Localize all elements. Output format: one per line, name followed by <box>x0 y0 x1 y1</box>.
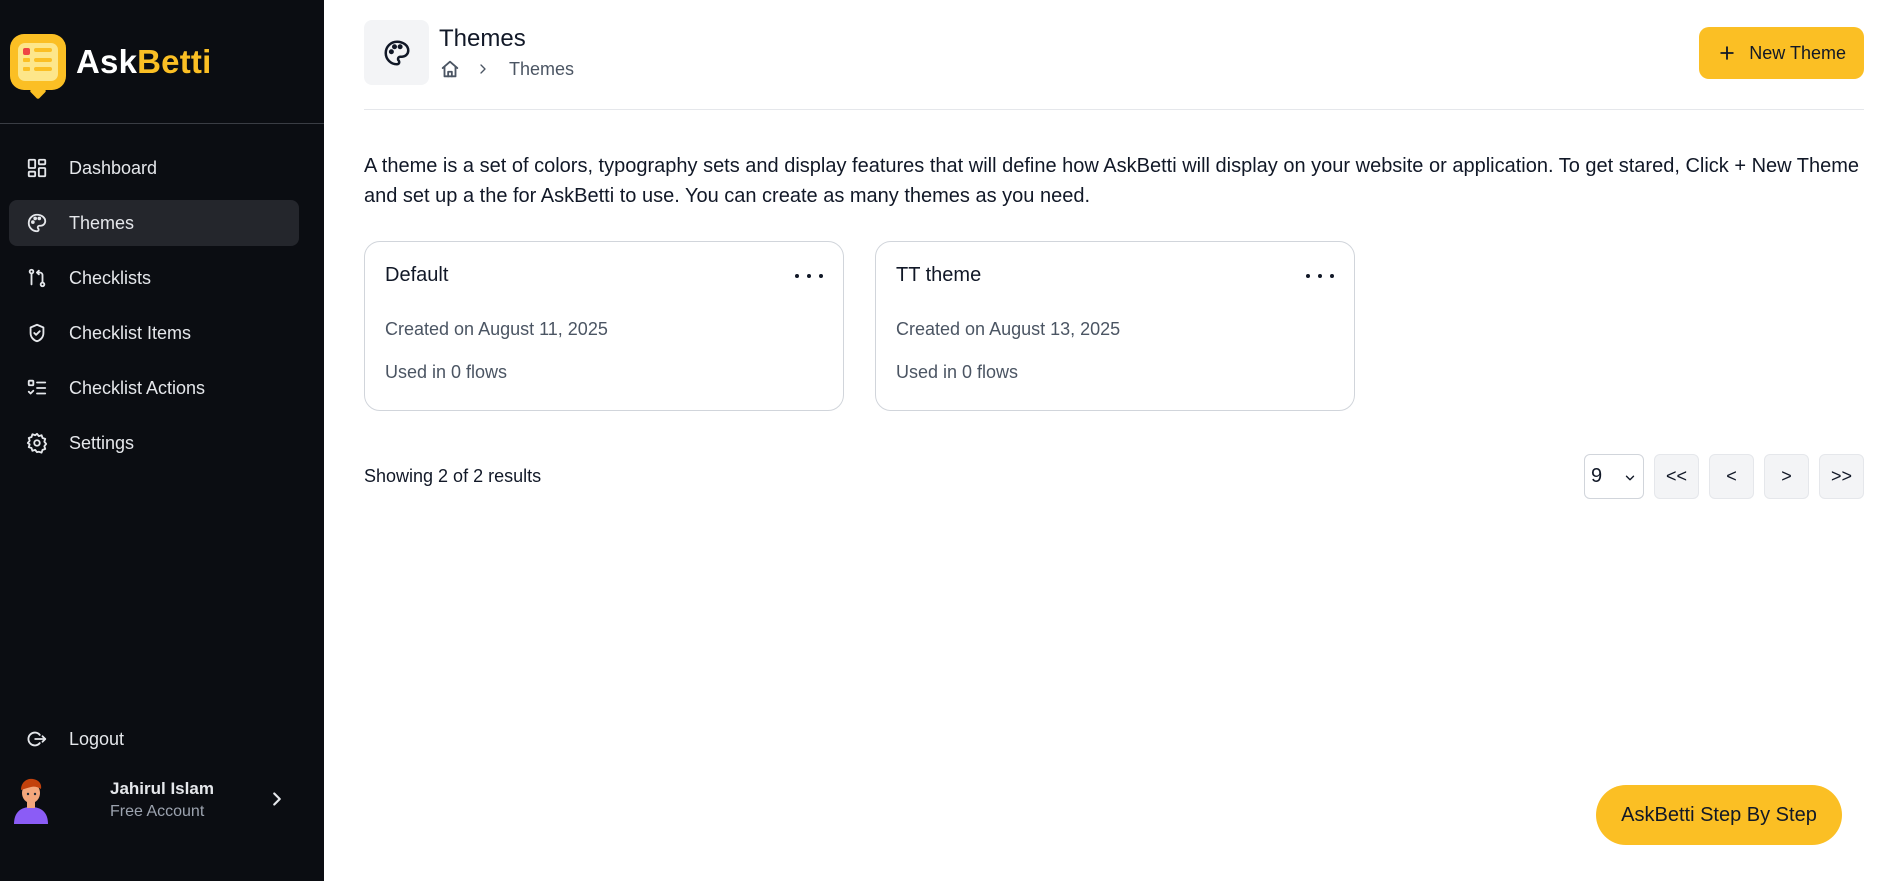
theme-created: Created on August 11, 2025 <box>385 319 608 339</box>
palette-icon <box>25 211 49 235</box>
chevron-down-icon <box>1625 475 1635 481</box>
theme-usage: Used in 0 flows <box>385 362 508 382</box>
breadcrumb: Themes <box>439 58 574 80</box>
sidebar-item-label: Checklists <box>69 267 152 288</box>
dashboard-icon <box>25 156 49 180</box>
sidebar-item-settings[interactable]: Settings <box>9 420 299 466</box>
theme-card[interactable]: TT theme Created on August 13, 2025 Used… <box>875 241 1355 411</box>
pagination: 9 << < > >> <box>1584 454 1864 499</box>
sidebar-item-label: Settings <box>69 432 135 453</box>
shield-check-icon <box>25 321 49 345</box>
user-name: Jahirul Islam <box>110 779 214 798</box>
brand[interactable]: AskBetti <box>0 0 324 124</box>
git-compare-icon <box>25 266 49 290</box>
step-by-step-button[interactable]: AskBetti Step By Step <box>1596 785 1842 845</box>
new-theme-button[interactable]: New Theme <box>1699 27 1864 79</box>
breadcrumb-current: Themes <box>509 58 575 79</box>
results-count: Showing 2 of 2 results <box>364 466 542 486</box>
theme-name: TT theme <box>896 264 982 286</box>
per-page-value: 9 <box>1591 465 1603 487</box>
user-meta: Jahirul Islam Free Account <box>110 779 214 821</box>
chevron-right-icon <box>266 788 288 810</box>
main-content: Themes Themes New Theme A theme is a set… <box>364 0 1864 881</box>
checklist-chat-logo-icon <box>10 33 66 99</box>
sidebar-item-checklists[interactable]: Checklists <box>9 255 299 301</box>
intro-text: A theme is a set of colors, typography s… <box>364 155 1860 207</box>
theme-cards: Default Created on August 11, 2025 Used … <box>364 241 1355 411</box>
avatar <box>10 776 52 824</box>
page-title: Themes <box>439 25 526 52</box>
plus-icon <box>1720 46 1735 60</box>
theme-usage: Used in 0 flows <box>896 362 1019 382</box>
theme-name: Default <box>385 264 449 286</box>
user-plan: Free Account <box>110 803 205 820</box>
more-options-icon[interactable] <box>795 266 823 286</box>
sidebar-item-checklist-items[interactable]: Checklist Items <box>9 310 299 356</box>
logout-label: Logout <box>69 728 125 749</box>
theme-created: Created on August 13, 2025 <box>896 319 1121 339</box>
pagination-row: Showing 2 of 2 results 9 << < > >> <box>364 454 1864 500</box>
palette-icon <box>364 20 429 85</box>
sidebar-item-label: Themes <box>69 212 135 233</box>
more-options-icon[interactable] <box>1306 266 1334 286</box>
last-page-button[interactable]: >> <box>1819 454 1864 499</box>
user-profile[interactable]: Jahirul Islam Free Account <box>10 772 300 828</box>
sidebar-nav: Dashboard Themes Checklists Checklist It… <box>9 145 299 475</box>
list-checks-icon <box>25 376 49 400</box>
brand-name-part2: Betti <box>137 42 212 80</box>
chevron-right-icon <box>475 61 491 77</box>
per-page-select[interactable]: 9 <box>1584 454 1644 499</box>
prev-page-button[interactable]: < <box>1709 454 1754 499</box>
first-page-button[interactable]: << <box>1654 454 1699 499</box>
sidebar-item-label: Dashboard <box>69 157 158 178</box>
page-header: Themes Themes New Theme <box>364 20 1864 110</box>
logout-button[interactable]: Logout <box>9 717 299 761</box>
sidebar-item-label: Checklist Actions <box>69 377 206 398</box>
sidebar: AskBetti Dashboard Themes Checklists Che… <box>0 0 324 881</box>
brand-name-part1: Ask <box>76 42 138 80</box>
sidebar-item-checklist-actions[interactable]: Checklist Actions <box>9 365 299 411</box>
sidebar-item-dashboard[interactable]: Dashboard <box>9 145 299 191</box>
logout-icon <box>25 727 49 751</box>
brand-name: AskBetti <box>76 43 211 81</box>
new-theme-label: New Theme <box>1749 42 1846 63</box>
gear-icon <box>25 431 49 455</box>
next-page-button[interactable]: > <box>1764 454 1809 499</box>
home-icon[interactable] <box>439 58 461 80</box>
theme-card[interactable]: Default Created on August 11, 2025 Used … <box>364 241 844 411</box>
sidebar-item-themes[interactable]: Themes <box>9 200 299 246</box>
sidebar-item-label: Checklist Items <box>69 322 192 343</box>
